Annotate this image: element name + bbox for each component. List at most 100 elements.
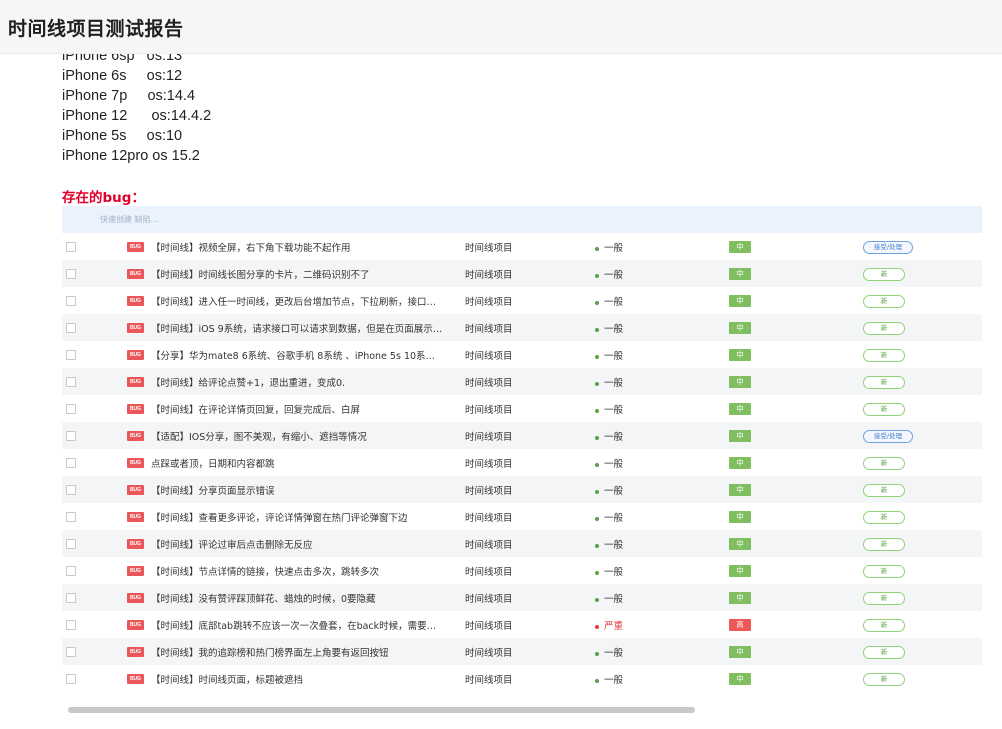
bug-priority-badge: 高 [729,619,751,631]
bug-title-link[interactable]: 【时间线】时间线长图分享的卡片，二维码识别不了 [151,267,443,281]
table-row[interactable]: BUG 点踩或者顶，日期和内容都跳 时间线项目 一般 中 新 [62,449,982,476]
bug-title-link[interactable]: 【时间线】iOS 9系统，请求接口可以请求到数据，但是在页面展示不出来 [151,321,443,335]
bug-tag: BUG [127,566,144,576]
quick-create-input[interactable]: 快速创建 缺陷... [100,214,158,225]
severity-label: 一般 [604,648,624,659]
table-row[interactable]: BUG 【适配】IOS分享，图不美观，有缩小、遮挡等情况 时间线项目 一般 中 接受/处理 [62,422,982,449]
bug-status-badge[interactable]: 新 [863,322,905,335]
table-row[interactable]: BUG 【时间线】给评论点赞+1，退出重进，变成0. 时间线项目 一般 中 新 [62,368,982,395]
bug-tag: BUG [127,539,144,549]
row-checkbox[interactable] [66,674,76,684]
table-row[interactable]: BUG 【时间线】iOS 9系统，请求接口可以请求到数据，但是在页面展示不出来 时间… [62,314,982,341]
row-checkbox[interactable] [66,404,76,414]
bug-severity: 一般 [595,375,623,389]
row-checkbox[interactable] [66,539,76,549]
bug-project: 时间线项目 [465,459,513,470]
bug-tag: BUG [127,620,144,630]
bug-status-badge[interactable]: 新 [863,538,905,551]
table-row[interactable]: BUG 【时间线】评论过审后点击删除无反应 时间线项目 一般 中 新 [62,530,982,557]
row-checkbox[interactable] [66,593,76,603]
row-checkbox[interactable] [66,269,76,279]
bug-project: 时间线项目 [465,378,513,389]
table-row[interactable]: BUG 【时间线】时间线长图分享的卡片，二维码识别不了 时间线项目 一般 中 新 [62,260,982,287]
bug-title-link[interactable]: 【时间线】评论过审后点击删除无反应 [151,537,443,551]
bug-status-badge[interactable]: 新 [863,565,905,578]
table-row[interactable]: BUG 【时间线】底部tab跳转不应该一次一次叠套，在back时候，需要很多次返回… [62,611,982,638]
bug-status-badge[interactable]: 接受/处理 [863,241,913,254]
row-checkbox[interactable] [66,323,76,333]
bug-title-link[interactable]: 【时间线】没有赞评踩顶鲜花、蜡烛的时候，0要隐藏 [151,591,443,605]
table-row[interactable]: BUG 【时间线】时间线页面，标题被遮挡 时间线项目 一般 中 新 [62,665,982,692]
bug-title-link[interactable]: 【时间线】在评论详情页回复，回复完成后、白屏 [151,402,443,416]
bug-status-badge[interactable]: 新 [863,403,905,416]
table-row[interactable]: BUG 【时间线】在评论详情页回复，回复完成后、白屏 时间线项目 一般 中 新 [62,395,982,422]
severity-label: 一般 [604,432,624,443]
table-row[interactable]: BUG 【分享】华为mate8 6系统、谷歌手机 8系统 、iPhone 5s 1… [62,341,982,368]
bug-title-link[interactable]: 【时间线】节点详情的链接，快速点击多次，跳转多次 [151,564,443,578]
severity-label: 一般 [604,513,624,524]
severity-dot-icon [595,489,599,494]
row-checkbox[interactable] [66,512,76,522]
table-row[interactable]: BUG 【时间线】视频全屏，右下角下载功能不起作用 时间线项目 一般 中 接受/处理 [62,233,982,260]
bug-status-badge[interactable]: 新 [863,619,905,632]
table-row[interactable]: BUG 【时间线】分享页面显示错误 时间线项目 一般 中 新 [62,476,982,503]
row-checkbox[interactable] [66,377,76,387]
bug-status-badge[interactable]: 新 [863,457,905,470]
row-checkbox[interactable] [66,566,76,576]
bug-severity: 一般 [595,510,623,524]
bug-status-badge[interactable]: 新 [863,376,905,389]
bug-status-badge[interactable]: 新 [863,646,905,659]
bug-title-link[interactable]: 点踩或者顶，日期和内容都跳 [151,456,443,470]
bug-status-badge[interactable]: 接受/处理 [863,430,913,443]
bug-title-link[interactable]: 【时间线】分享页面显示错误 [151,483,443,497]
quick-create-row[interactable]: 快速创建 缺陷... [62,206,982,233]
bug-project: 时间线项目 [465,486,513,497]
severity-dot-icon [595,354,599,359]
device-item: iPhone 7p os:14.4 [62,88,196,104]
table-row[interactable]: BUG 【时间线】没有赞评踩顶鲜花、蜡烛的时候，0要隐藏 时间线项目 一般 中 新 [62,584,982,611]
row-checkbox[interactable] [66,458,76,468]
table-row[interactable]: BUG 【时间线】我的追踪榜和热门榜界面左上角要有返回按钮 时间线项目 一般 中 新 [62,638,982,665]
table-row[interactable]: BUG 【时间线】进入任一时间线，更改后台增加节点，下拉刷新，接口已返回数据 时间线… [62,287,982,314]
bug-severity: 一般 [595,483,623,497]
bug-status-badge[interactable]: 新 [863,592,905,605]
row-checkbox[interactable] [66,350,76,360]
row-checkbox[interactable] [66,485,76,495]
bug-title-link[interactable]: 【适配】IOS分享，图不美观，有缩小、遮挡等情况 [151,429,443,443]
severity-dot-icon [595,273,599,278]
bug-status-badge[interactable]: 新 [863,349,905,362]
device-item: iPhone 5s os:10 [62,128,183,144]
bug-severity: 一般 [595,672,623,686]
severity-label: 一般 [604,540,624,551]
bug-project: 时间线项目 [465,648,513,659]
bug-title-link[interactable]: 【时间线】进入任一时间线，更改后台增加节点，下拉刷新，接口已返回数据 [151,294,443,308]
bug-status-badge[interactable]: 新 [863,673,905,686]
severity-label: 一般 [604,567,624,578]
bug-title-link[interactable]: 【时间线】给评论点赞+1，退出重进，变成0. [151,375,443,389]
severity-label: 一般 [604,675,624,686]
bug-tag: BUG [127,431,144,441]
table-row[interactable]: BUG 【时间线】查看更多评论，评论详情弹窗在热门评论弹窗下边 时间线项目 一般 中 新 [62,503,982,530]
bug-title-link[interactable]: 【时间线】时间线页面，标题被遮挡 [151,672,443,686]
bug-title-link[interactable]: 【时间线】我的追踪榜和热门榜界面左上角要有返回按钮 [151,645,443,659]
bug-priority-badge: 中 [729,646,751,658]
row-checkbox[interactable] [66,296,76,306]
bug-status-badge[interactable]: 新 [863,511,905,524]
bug-status-badge[interactable]: 新 [863,484,905,497]
bug-status-badge[interactable]: 新 [863,295,905,308]
bug-title-link[interactable]: 【时间线】底部tab跳转不应该一次一次叠套，在back时候，需要很多次返回 [151,618,443,632]
row-checkbox[interactable] [66,647,76,657]
bug-severity: 一般 [595,240,623,254]
bug-tag: BUG [127,269,144,279]
row-checkbox[interactable] [66,431,76,441]
bug-title-link[interactable]: 【分享】华为mate8 6系统、谷歌手机 8系统 、iPhone 5s 10系统… [151,348,443,362]
bug-section-title: 存在的bug： [62,190,145,206]
bug-priority-badge: 中 [729,484,751,496]
bug-status-badge[interactable]: 新 [863,268,905,281]
row-checkbox[interactable] [66,620,76,630]
row-checkbox[interactable] [66,242,76,252]
bug-title-link[interactable]: 【时间线】查看更多评论，评论详情弹窗在热门评论弹窗下边 [151,510,443,524]
table-row[interactable]: BUG 【时间线】节点详情的链接，快速点击多次，跳转多次 时间线项目 一般 中 新 [62,557,982,584]
horizontal-scrollbar[interactable] [68,707,695,713]
bug-title-link[interactable]: 【时间线】视频全屏，右下角下载功能不起作用 [151,240,443,254]
